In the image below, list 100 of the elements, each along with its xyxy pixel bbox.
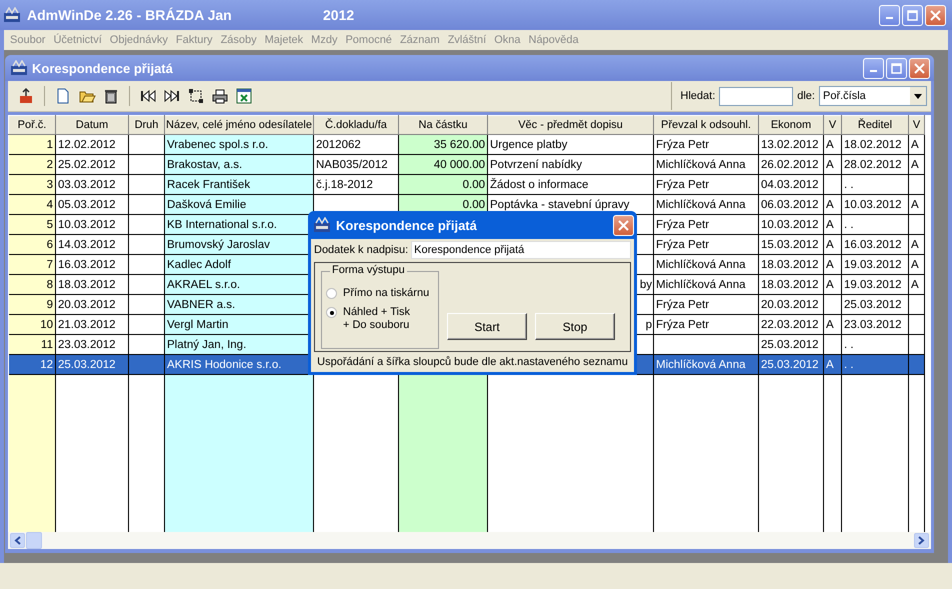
search-by-label: dle: xyxy=(797,90,815,102)
caret-icon xyxy=(914,94,922,98)
child-window-title: Korespondence přijatá xyxy=(32,60,173,76)
table-cell: 10.03.2012 xyxy=(842,194,908,214)
table-cell: A xyxy=(824,214,842,234)
table-cell: 8 xyxy=(8,274,56,294)
table-cell: 16.03.2012 xyxy=(842,234,908,254)
column-header[interactable]: V xyxy=(824,116,842,134)
table-cell: 25.03.2012 xyxy=(758,354,824,374)
close-icon xyxy=(618,220,629,230)
table-cell: Vrabenec spol.s r.o. xyxy=(164,134,314,154)
table-cell: 25.03.2012 xyxy=(56,354,128,374)
column-header[interactable]: Převzal k odsouhl. xyxy=(654,116,758,134)
table-cell: 19.03.2012 xyxy=(842,254,908,274)
scroll-left-button[interactable] xyxy=(10,533,25,548)
dialog-button[interactable]: Start xyxy=(447,313,527,340)
table-row[interactable]: 3 03.03.2012 Racek František č.j.18-2012 0.00 Žádost o informace Frýza Petr 04.03.2012 . . xyxy=(8,174,924,194)
table-cell: 10 xyxy=(8,314,56,334)
table-cell: A xyxy=(824,134,842,154)
column-header[interactable]: Ekonom xyxy=(758,116,824,134)
table-cell: A xyxy=(908,154,924,174)
table-cell: 26.02.2012 xyxy=(758,154,824,174)
radio-button[interactable] xyxy=(326,288,337,299)
table-cell: A xyxy=(908,254,924,274)
spreadsheet-icon[interactable] xyxy=(234,86,254,106)
scroll-right-button[interactable] xyxy=(914,533,929,548)
table-cell: 1 xyxy=(8,134,56,154)
table-cell: 12 xyxy=(8,354,56,374)
table-row[interactable]: 1 12.02.2012 Vrabenec spol.s r.o. 2012062 35 620.00 Urgence platby Frýza Petr 13.02.2012 A 18.02.2012 A xyxy=(8,134,924,154)
table-cell: A xyxy=(908,274,924,294)
table-cell: Frýza Petr xyxy=(654,174,758,194)
table-cell: A xyxy=(908,194,924,214)
radio-label[interactable]: Přímo na tiskárnu xyxy=(343,287,430,300)
minimize-icon xyxy=(886,17,893,19)
table-cell: Dašková Emilie xyxy=(164,194,314,214)
minimize-button[interactable] xyxy=(863,58,884,78)
table-cell: 3 xyxy=(8,174,56,194)
table-cell: Urgence platby xyxy=(488,134,654,154)
group-title: Forma výstupu xyxy=(330,264,407,276)
table-cell: . . xyxy=(842,354,908,374)
table-cell: Žádost o informace xyxy=(488,174,654,194)
table-cell: 40 000.00 xyxy=(398,154,488,174)
table-cell: Michlíčková Anna xyxy=(654,154,758,174)
close-button[interactable] xyxy=(613,214,634,236)
table-cell: A xyxy=(908,134,924,154)
column-header[interactable]: Věc - předmět dopisu xyxy=(488,116,654,134)
table-cell: A xyxy=(824,194,842,214)
table-cell: 6 xyxy=(8,234,56,254)
dialog-button[interactable]: Stop xyxy=(535,313,615,340)
table-cell: Racek František xyxy=(164,174,314,194)
frame-select-icon[interactable] xyxy=(186,86,206,106)
table-cell: Michlíčková Anna xyxy=(654,194,758,214)
field-label: Dodatek k nadpisu: xyxy=(314,244,408,256)
close-button[interactable] xyxy=(925,4,946,26)
year-label: 2012 xyxy=(323,7,354,23)
table-cell: 2012062 xyxy=(314,134,398,154)
table-cell: 35 620.00 xyxy=(398,134,488,154)
table-cell: Brakostav, a.s. xyxy=(164,154,314,174)
table-cell: 0.00 xyxy=(398,174,488,194)
app-icon xyxy=(10,60,28,76)
table-cell: A xyxy=(908,234,924,254)
radio-button[interactable] xyxy=(326,307,337,318)
minimize-icon xyxy=(870,70,877,72)
table-cell: A xyxy=(824,234,842,254)
column-header[interactable]: V xyxy=(908,116,924,134)
column-header[interactable]: Datum xyxy=(56,116,128,134)
column-header[interactable]: Druh xyxy=(128,116,164,134)
table-cell: 12.02.2012 xyxy=(56,134,128,154)
column-header[interactable]: Na částku xyxy=(398,116,488,134)
minimize-button[interactable] xyxy=(879,4,900,26)
maximize-button[interactable] xyxy=(902,4,923,26)
table-cell: 06.03.2012 xyxy=(758,194,824,214)
search-by-dropdown[interactable]: Poř.čísla xyxy=(819,86,927,106)
table-cell: A xyxy=(824,254,842,274)
app-icon xyxy=(313,217,331,233)
column-header[interactable]: Název, celé jméno odesílatele xyxy=(164,116,314,134)
table-cell: 23.03.2012 xyxy=(842,314,908,334)
radio-label[interactable]: Náhled + Tisk + Do souboru xyxy=(343,306,410,332)
column-header[interactable]: Poř.č. xyxy=(8,116,56,134)
maximize-button[interactable] xyxy=(886,58,907,78)
table-cell: 14.03.2012 xyxy=(56,234,128,254)
table-cell: 18.03.2012 xyxy=(56,274,128,294)
column-header[interactable]: Č.dokladu/fa xyxy=(314,116,398,134)
dialog-title: Korespondence přijatá xyxy=(336,218,477,232)
table-cell: . . xyxy=(842,214,908,234)
table-cell: Frýza Petr xyxy=(654,314,758,334)
table-cell: A xyxy=(824,274,842,294)
table-cell: 9 xyxy=(8,294,56,314)
scroll-thumb[interactable] xyxy=(26,532,42,549)
column-header[interactable]: Ředitel xyxy=(842,116,908,134)
heading-field[interactable]: Korespondence přijatá xyxy=(411,241,631,259)
maximize-icon xyxy=(907,10,918,20)
table-cell: 16.03.2012 xyxy=(56,254,128,274)
table-row[interactable]: 2 25.02.2012 Brakostav, a.s. NAB035/2012 40 000.00 Potvrzení nabídky Michlíčková Anna 26.02.2012 A 28.02.2012 A xyxy=(8,154,924,174)
table-cell: 20.03.2012 xyxy=(758,294,824,314)
window-title: AdmWinDe 2.26 - BRÁZDA Jan xyxy=(27,7,233,23)
table-cell: 22.03.2012 xyxy=(758,314,824,334)
close-button[interactable] xyxy=(909,58,930,78)
search-field[interactable] xyxy=(719,86,794,106)
table-cell: 10.03.2012 xyxy=(56,214,128,234)
